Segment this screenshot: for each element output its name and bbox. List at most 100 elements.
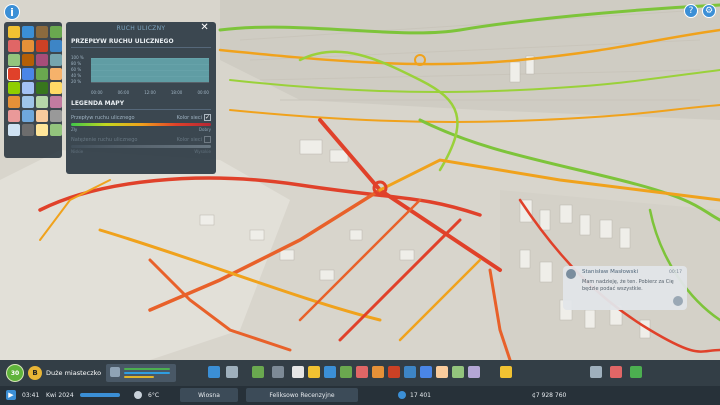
industrial-demand-bar: [124, 376, 154, 378]
building-tool-icon[interactable]: [292, 366, 304, 378]
building-level-icon[interactable]: [50, 68, 62, 80]
happiness-icon[interactable]: [8, 82, 20, 94]
legend-flow-checkbox[interactable]: ✓: [204, 114, 211, 121]
land-value-icon[interactable]: [8, 54, 20, 66]
play-icon[interactable]: ▶: [6, 390, 16, 400]
noise-icon[interactable]: [36, 54, 48, 66]
tourism-icon[interactable]: [50, 82, 62, 94]
chirp-author[interactable]: Stanisław Masłowski: [582, 269, 682, 275]
mail-icon[interactable]: [8, 96, 20, 108]
districts-icon[interactable]: [8, 110, 20, 122]
landmarks-tool-icon[interactable]: [468, 366, 480, 378]
groundwater-icon[interactable]: [22, 110, 34, 122]
communications-tool-icon[interactable]: [452, 366, 464, 378]
leisure-icon[interactable]: [36, 124, 48, 136]
x-tick: 12:00: [144, 90, 156, 95]
transport-tool-icon[interactable]: [420, 366, 432, 378]
traffic-flow-graph: 100 % 80 % 60 % 40 % 20 % 00:00 06:00 12…: [71, 52, 209, 96]
legend-volume-high: Wysokie: [194, 149, 211, 154]
legend-flow-item: Przepływ ruchu ulicznego Kolor sieci ✓ Zł…: [71, 114, 211, 132]
legend-volume-low: Niskie: [71, 149, 84, 154]
city-level-badge[interactable]: 30: [6, 364, 24, 382]
x-tick: 00:00: [91, 90, 103, 95]
health-tool-icon[interactable]: [356, 366, 368, 378]
chirp-notification[interactable]: Stanisław Masłowski 00:17 Mam nadzieję, …: [563, 266, 687, 310]
panel-title: RUCH ULICZNY: [116, 24, 166, 32]
garbage-icon[interactable]: [50, 26, 62, 38]
panel-header: RUCH ULICZNY ✕: [71, 22, 211, 34]
attractiveness-icon[interactable]: [50, 124, 62, 136]
water-tool-icon[interactable]: [324, 366, 336, 378]
x-tick: 00:00: [197, 90, 209, 95]
status-bar: ▶ 03:41 Kwi 2024 6°C Wiosna Feliksowo Re…: [0, 386, 720, 405]
water-icon[interactable]: [22, 26, 34, 38]
parks-icon[interactable]: [36, 82, 48, 94]
parks-tool-icon[interactable]: [436, 366, 448, 378]
y-tick: 20 %: [71, 79, 82, 84]
fire-icon[interactable]: [36, 40, 48, 52]
legend-section-title: LEGENDA MAPY: [71, 100, 211, 110]
population: 17 401: [410, 391, 431, 399]
money[interactable]: ¢7 928 760: [532, 388, 566, 402]
pollution-icon[interactable]: [22, 54, 34, 66]
electricity-tool-icon[interactable]: [308, 366, 320, 378]
outside-icon[interactable]: [50, 96, 62, 108]
help-button[interactable]: ?: [684, 4, 698, 18]
transport-icon[interactable]: [22, 68, 34, 80]
zoning-icon[interactable]: [36, 68, 48, 80]
speed-bar[interactable]: [80, 393, 120, 397]
x-tick: 18:00: [170, 90, 183, 95]
flow-gradient: [71, 123, 211, 126]
volume-gradient: [71, 145, 211, 148]
population-icon[interactable]: [22, 82, 34, 94]
area-tool-icon[interactable]: [252, 366, 264, 378]
info-button[interactable]: i: [4, 4, 20, 20]
statistics-tool-icon[interactable]: [630, 366, 642, 378]
deathcare-icon[interactable]: [22, 124, 34, 136]
garbage-tool-icon[interactable]: [340, 366, 352, 378]
residential-demand-bar: [124, 368, 170, 370]
wind-icon[interactable]: [50, 54, 62, 66]
zoning-tool-icon[interactable]: [226, 366, 238, 378]
city-name[interactable]: Feliksowo Recenzyjne: [246, 388, 358, 402]
traffic-info-panel: RUCH ULICZNY ✕ PRZEPŁYW RUCHU ULICZNEGO …: [66, 22, 216, 174]
electricity-icon[interactable]: [8, 26, 20, 38]
avatar: [566, 269, 576, 279]
telecom-icon[interactable]: [22, 96, 34, 108]
education-tool-icon[interactable]: [372, 366, 384, 378]
x-tick: 06:00: [117, 90, 130, 95]
flow-section-title: PRZEPŁYW RUCHU ULICZNEGO: [71, 38, 211, 48]
police-tool-icon[interactable]: [404, 366, 416, 378]
education-icon[interactable]: [22, 40, 34, 52]
legend-volume-item: Natężenie ruchu ulicznego Kolor sieci Ni…: [71, 136, 211, 154]
population-icon: [398, 391, 406, 399]
like-icon[interactable]: [673, 296, 683, 306]
legend-flow-color-label: Kolor sieci: [176, 115, 202, 121]
landscaping-tool-icon[interactable]: [272, 366, 284, 378]
weather-icon: [134, 391, 142, 399]
chirp-time: 00:17: [669, 270, 682, 275]
legend-flow-high: Dobry: [198, 127, 211, 132]
legend-volume-checkbox[interactable]: [204, 136, 211, 143]
crime-icon[interactable]: [50, 110, 62, 122]
roads-tool-icon[interactable]: [208, 366, 220, 378]
welfare-icon[interactable]: [8, 124, 20, 136]
sewage-icon[interactable]: [36, 26, 48, 38]
gear-icon[interactable]: ⚙: [702, 4, 716, 18]
health-icon[interactable]: [8, 40, 20, 52]
game-date: Kwi 2024: [46, 391, 74, 399]
police-icon[interactable]: [50, 40, 62, 52]
y-tick: 60 %: [71, 67, 82, 72]
milestone-badge[interactable]: B: [28, 366, 42, 380]
bulldoze-tool-icon[interactable]: [590, 366, 602, 378]
demand-indicator[interactable]: [106, 364, 176, 382]
heating-icon[interactable]: [36, 110, 48, 122]
economy-tool-icon[interactable]: [610, 366, 622, 378]
traffic-icon[interactable]: [7, 67, 21, 81]
city-size-label: Duże miasteczko: [46, 369, 102, 377]
season: Wiosna: [180, 388, 238, 402]
fire-tool-icon[interactable]: [388, 366, 400, 378]
resources-icon[interactable]: [36, 96, 48, 108]
signature-tool-icon[interactable]: [500, 366, 512, 378]
close-icon[interactable]: ✕: [200, 22, 209, 33]
